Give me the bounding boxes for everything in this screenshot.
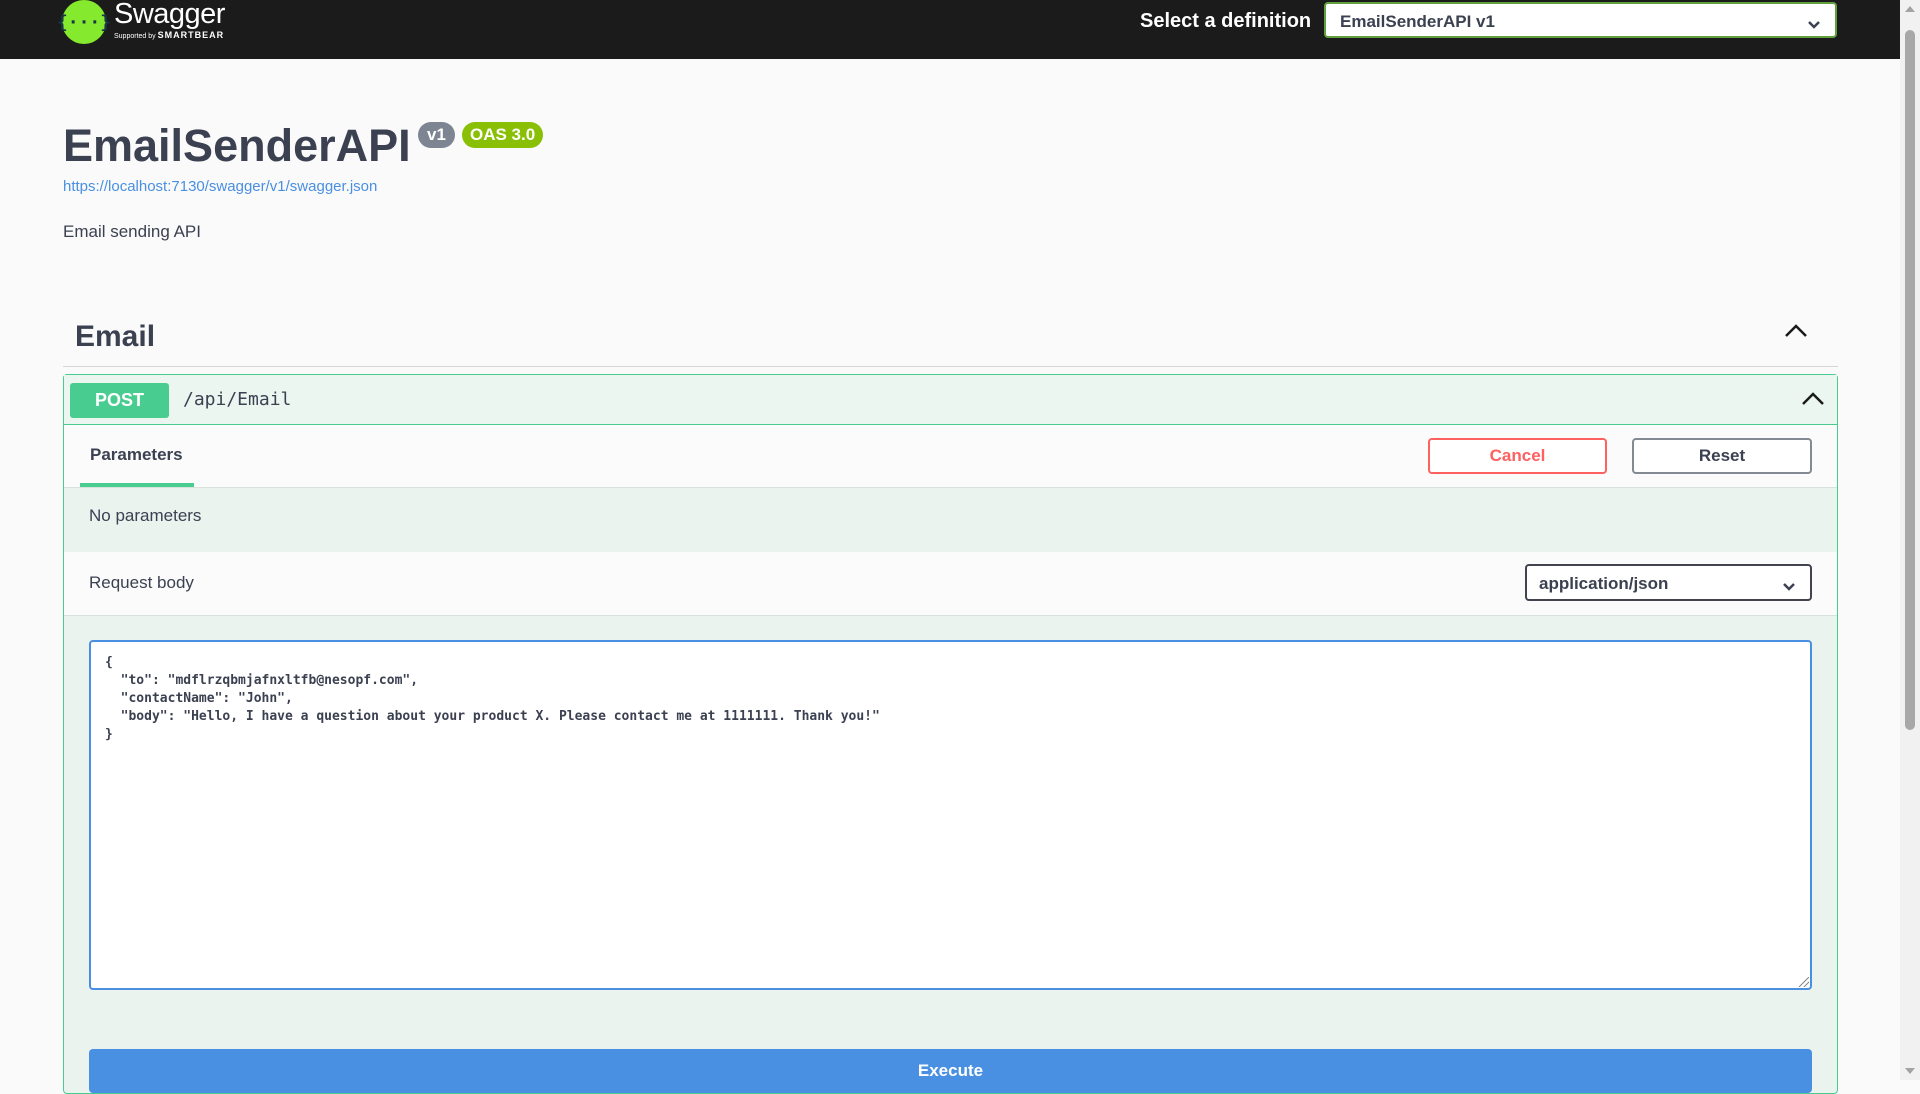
scrollbar-thumb[interactable]: [1905, 30, 1915, 730]
scroll-down-arrow-icon[interactable]: [1905, 1068, 1915, 1074]
cancel-button[interactable]: Cancel: [1428, 438, 1607, 474]
method-badge: POST: [70, 383, 169, 418]
chevron-down-icon: [1807, 15, 1821, 35]
chevron-up-icon[interactable]: [1801, 391, 1825, 412]
chevron-up-icon[interactable]: [1784, 323, 1808, 344]
api-title: EmailSenderAPI: [63, 120, 411, 171]
logo-tagline: Supported by SMARTBEAR: [114, 30, 225, 41]
definition-select-value: EmailSenderAPI v1: [1340, 12, 1495, 31]
request-body-editor[interactable]: { "to": "mdflrzqbmjafnxltfb@nesopf.com",…: [89, 640, 1812, 990]
parameters-header: Parameters Cancel Reset: [64, 425, 1837, 488]
operation-post-api-email: POST /api/Email Parameters Cancel Reset …: [63, 374, 1838, 1094]
logo-brand: SMARTBEAR: [157, 30, 225, 40]
reset-button[interactable]: Reset: [1632, 438, 1812, 474]
content-type-select[interactable]: application/json: [1525, 564, 1812, 601]
page-scrollbar[interactable]: [1900, 0, 1920, 1080]
top-bar: {···} Swagger Supported by SMARTBEAR Sel…: [0, 0, 1900, 59]
scroll-up-arrow-icon[interactable]: [1905, 6, 1915, 12]
chevron-down-icon: [1782, 577, 1796, 597]
resize-handle-icon[interactable]: [1799, 977, 1809, 987]
api-description: Email sending API: [63, 222, 201, 241]
swagger-logo[interactable]: {···} Swagger Supported by SMARTBEAR: [57, 0, 225, 46]
oas-badge: OAS 3.0: [462, 122, 544, 148]
request-body-label: Request body: [89, 573, 194, 592]
spec-url-link[interactable]: https://localhost:7130/swagger/v1/swagge…: [63, 178, 377, 195]
definition-label: Select a definition: [1140, 10, 1312, 32]
execute-button[interactable]: Execute: [89, 1049, 1812, 1093]
tag-name: Email: [75, 320, 156, 353]
no-parameters-text: No parameters: [89, 506, 202, 525]
swagger-logo-icon: {···}: [57, 0, 111, 44]
request-body-header: Request body application/json: [64, 552, 1837, 616]
definition-select[interactable]: EmailSenderAPI v1: [1324, 2, 1837, 38]
content-type-value: application/json: [1539, 574, 1669, 593]
tab-parameters[interactable]: Parameters: [90, 445, 183, 465]
version-badge: v1: [418, 122, 455, 148]
operation-path: /api/Email: [183, 389, 292, 410]
logo-name: Swagger: [114, 0, 225, 30]
tag-section-header[interactable]: Email: [63, 308, 1838, 367]
operation-summary[interactable]: POST /api/Email: [64, 375, 1837, 425]
active-tab-indicator: [80, 483, 194, 487]
